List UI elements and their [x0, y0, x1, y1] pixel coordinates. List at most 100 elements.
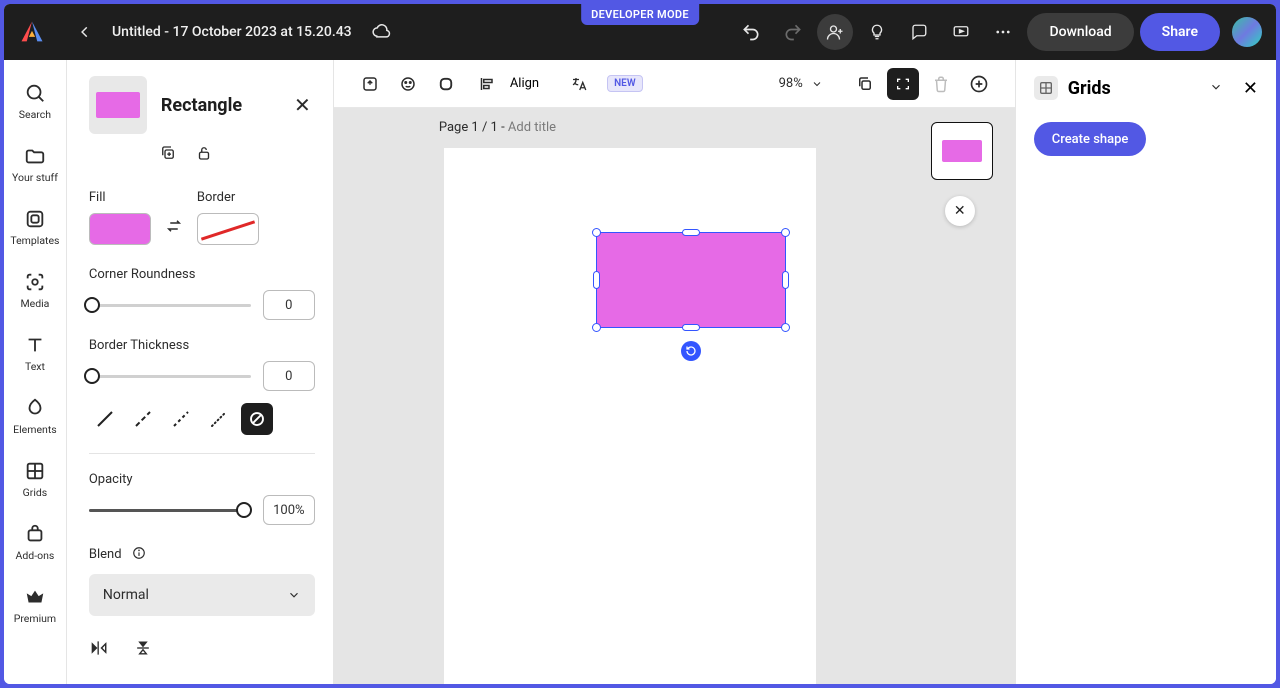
corner-roundness-label: Corner Roundness	[89, 267, 315, 282]
rail-label: Text	[25, 360, 45, 373]
zoom-control[interactable]: 98%	[779, 76, 823, 91]
rail-label: Search	[19, 108, 51, 121]
border-label: Border	[197, 190, 259, 205]
right-panel: Grids ✕ Create shape	[1015, 60, 1276, 684]
add-page-icon[interactable]	[963, 68, 995, 100]
hint-button[interactable]	[859, 14, 895, 50]
opacity-label: Opacity	[89, 472, 315, 487]
rotate-handle[interactable]	[681, 341, 701, 361]
close-panel-button[interactable]: ✕	[290, 89, 315, 121]
chevron-down-icon[interactable]	[1209, 79, 1223, 98]
align-label[interactable]: Align	[510, 76, 539, 91]
artboard[interactable]	[444, 148, 816, 684]
add-title-hint: Add title	[508, 120, 556, 135]
blend-label: Blend	[89, 547, 122, 562]
cloud-sync-icon[interactable]	[364, 15, 398, 49]
border-thickness-slider[interactable]	[89, 366, 251, 386]
comment-button[interactable]	[901, 14, 937, 50]
panel-title: Rectangle	[161, 95, 276, 116]
stroke-dotted-button[interactable]	[203, 403, 235, 435]
resize-handle-nw[interactable]	[592, 228, 601, 237]
canvas-stage[interactable]: Page 1 / 1 - Add title	[334, 108, 1015, 684]
download-button[interactable]: Download	[1027, 13, 1133, 51]
rail-templates[interactable]: Templates	[4, 198, 66, 261]
fill-label: Fill	[89, 190, 151, 205]
stroke-dash-large-button[interactable]	[127, 403, 159, 435]
border-thickness-label: Border Thickness	[89, 338, 315, 353]
rail-elements[interactable]: Elements	[4, 387, 66, 450]
page-number: Page 1 / 1 -	[439, 120, 508, 135]
blend-value: Normal	[103, 587, 149, 603]
translate-button[interactable]	[563, 68, 595, 100]
more-menu[interactable]	[985, 14, 1021, 50]
selection-thumbnail	[89, 76, 147, 134]
corner-roundness-input[interactable]	[263, 290, 315, 320]
resize-handle-n[interactable]	[682, 229, 700, 236]
stroke-solid-button[interactable]	[89, 403, 121, 435]
right-panel-title: Grids	[1068, 78, 1199, 99]
corner-roundness-slider[interactable]	[89, 295, 251, 315]
present-button[interactable]	[943, 14, 979, 50]
flip-vertical-button[interactable]	[133, 638, 153, 662]
user-avatar[interactable]	[1232, 17, 1262, 47]
rail-label: Your stuff	[12, 171, 58, 184]
resize-handle-e[interactable]	[782, 271, 789, 289]
rail-premium[interactable]: Premium	[4, 576, 66, 639]
rail-label: Premium	[14, 612, 56, 625]
border-swatch[interactable]	[197, 213, 259, 245]
info-icon[interactable]	[132, 545, 146, 564]
opacity-slider[interactable]	[89, 500, 251, 520]
rail-label: Media	[20, 297, 49, 310]
blend-select[interactable]: Normal	[89, 574, 315, 616]
stroke-dash-small-button[interactable]	[165, 403, 197, 435]
chevron-down-icon	[811, 78, 823, 90]
fit-view-icon[interactable]	[887, 68, 919, 100]
opacity-input[interactable]	[263, 495, 315, 525]
rail-your-stuff[interactable]: Your stuff	[4, 135, 66, 198]
lock-icon[interactable]	[195, 144, 213, 166]
undo-button[interactable]	[733, 14, 769, 50]
back-button[interactable]	[68, 15, 102, 49]
resize-handle-sw[interactable]	[592, 323, 601, 332]
properties-panel: Rectangle ✕ Fill Border	[67, 60, 334, 684]
duplicate-page-icon[interactable]	[849, 68, 881, 100]
page-label[interactable]: Page 1 / 1 - Add title	[439, 120, 556, 135]
rail-add-ons[interactable]: Add-ons	[4, 513, 66, 576]
zoom-value: 98%	[779, 76, 803, 91]
share-button[interactable]: Share	[1140, 13, 1220, 51]
tool-export-icon[interactable]	[354, 68, 386, 100]
tool-shape-icon[interactable]	[430, 68, 462, 100]
create-shape-button[interactable]: Create shape	[1034, 122, 1147, 156]
rail-label: Templates	[10, 234, 59, 247]
swap-fill-border-button[interactable]	[165, 217, 183, 239]
align-icon[interactable]	[470, 68, 502, 100]
document-title[interactable]: Untitled - 17 October 2023 at 15.20.43	[112, 24, 352, 40]
new-badge: NEW	[607, 75, 643, 92]
tool-effects-icon[interactable]	[392, 68, 424, 100]
delete-page-icon[interactable]	[925, 68, 957, 100]
developer-mode-badge: DEVELOPER MODE	[581, 4, 699, 25]
stroke-none-button[interactable]	[241, 403, 273, 435]
flip-horizontal-button[interactable]	[89, 638, 109, 662]
app-logo[interactable]	[18, 18, 46, 46]
selected-rectangle[interactable]	[596, 232, 786, 328]
border-thickness-input[interactable]	[263, 361, 315, 391]
rail-text[interactable]: Text	[4, 324, 66, 387]
rail-search[interactable]: Search	[4, 72, 66, 135]
close-right-panel-button[interactable]: ✕	[1243, 78, 1258, 99]
fill-swatch[interactable]	[89, 213, 151, 245]
rail-grids[interactable]: Grids	[4, 450, 66, 513]
resize-handle-w[interactable]	[593, 271, 600, 289]
invite-people-button[interactable]	[817, 14, 853, 50]
duplicate-icon[interactable]	[159, 144, 177, 166]
rail-media[interactable]: Media	[4, 261, 66, 324]
canvas-toolbar: Align NEW 98%	[334, 60, 1015, 108]
rail-label: Elements	[13, 423, 57, 436]
close-thumbnails-button[interactable]: ✕	[945, 196, 975, 226]
grids-panel-icon	[1034, 76, 1058, 100]
redo-button[interactable]	[775, 14, 811, 50]
page-thumbnail[interactable]	[931, 122, 993, 180]
resize-handle-ne[interactable]	[781, 228, 790, 237]
resize-handle-s[interactable]	[682, 324, 700, 331]
resize-handle-se[interactable]	[781, 323, 790, 332]
